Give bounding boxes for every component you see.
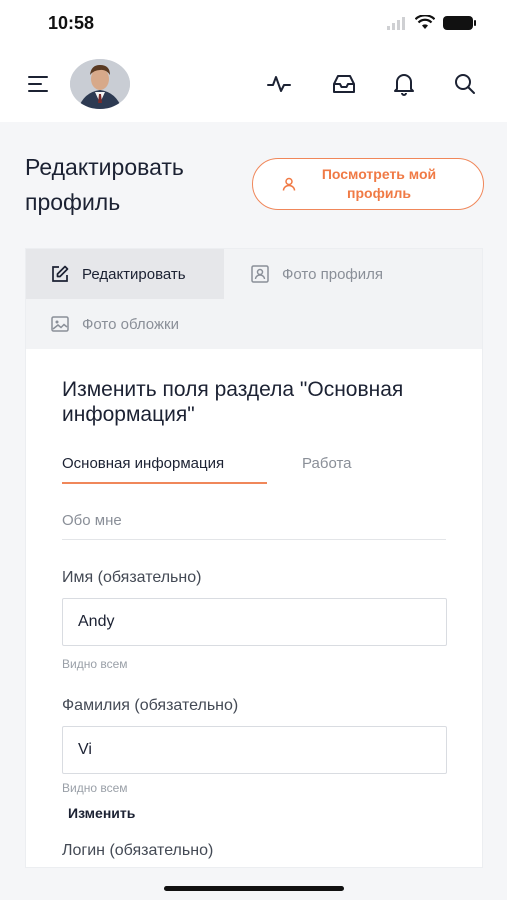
about-me-field[interactable]: Обо мне <box>62 512 446 540</box>
tab-cover-photo-label: Фото обложки <box>82 315 179 333</box>
avatar[interactable] <box>70 59 130 109</box>
tab-profile-photo[interactable]: Фото профиля <box>224 249 482 299</box>
bell-icon[interactable] <box>391 71 417 97</box>
signal-icon <box>387 16 405 30</box>
login-label: Логин (обязательно) <box>62 842 214 859</box>
status-time: 10:58 <box>48 13 95 33</box>
change-link[interactable]: Изменить <box>68 805 135 821</box>
tab-edit-label: Редактировать <box>82 265 186 283</box>
subtab-basic-info[interactable]: Основная информация <box>62 455 224 472</box>
wifi-icon <box>415 15 435 29</box>
activity-icon[interactable] <box>266 71 292 97</box>
form-title: Изменить поля раздела "Основная информац… <box>62 378 404 426</box>
inbox-icon[interactable] <box>331 71 357 97</box>
battery-icon <box>443 15 476 30</box>
subtab-work[interactable]: Работа <box>302 455 352 472</box>
tabs-bar: Редактировать Фото профиля Фото обложки <box>26 249 482 349</box>
view-profile-label: Посмотреть мой профиль <box>321 166 437 201</box>
view-profile-button[interactable]: Посмотреть мой профиль <box>252 158 484 210</box>
last-name-label: Фамилия (обязательно) <box>62 697 239 714</box>
tab-cover-photo[interactable]: Фото обложки <box>26 299 246 349</box>
tab-edit[interactable]: Редактировать <box>26 249 224 299</box>
last-name-input[interactable]: Vi <box>62 726 447 774</box>
image-icon <box>51 316 69 332</box>
user-icon <box>282 177 296 191</box>
home-indicator <box>164 886 344 891</box>
profile-photo-icon <box>251 265 269 283</box>
menu-icon[interactable] <box>28 76 50 94</box>
search-icon[interactable] <box>452 71 478 97</box>
first-name-hint: Видно всем <box>62 657 128 671</box>
first-name-input[interactable]: Andy <box>62 598 447 646</box>
last-name-hint: Видно всем <box>62 781 128 795</box>
page-title: Редактировать профиль <box>25 154 184 215</box>
status-bar: 10:58 <box>0 0 507 48</box>
edit-profile-card: Редактировать Фото профиля Фото обложки … <box>25 248 483 868</box>
app-header <box>0 48 507 122</box>
status-icons <box>387 15 476 30</box>
tab-profile-photo-label: Фото профиля <box>282 265 384 283</box>
first-name-label: Имя (обязательно) <box>62 569 202 586</box>
subtab-underline <box>62 482 267 484</box>
edit-icon <box>52 265 69 282</box>
